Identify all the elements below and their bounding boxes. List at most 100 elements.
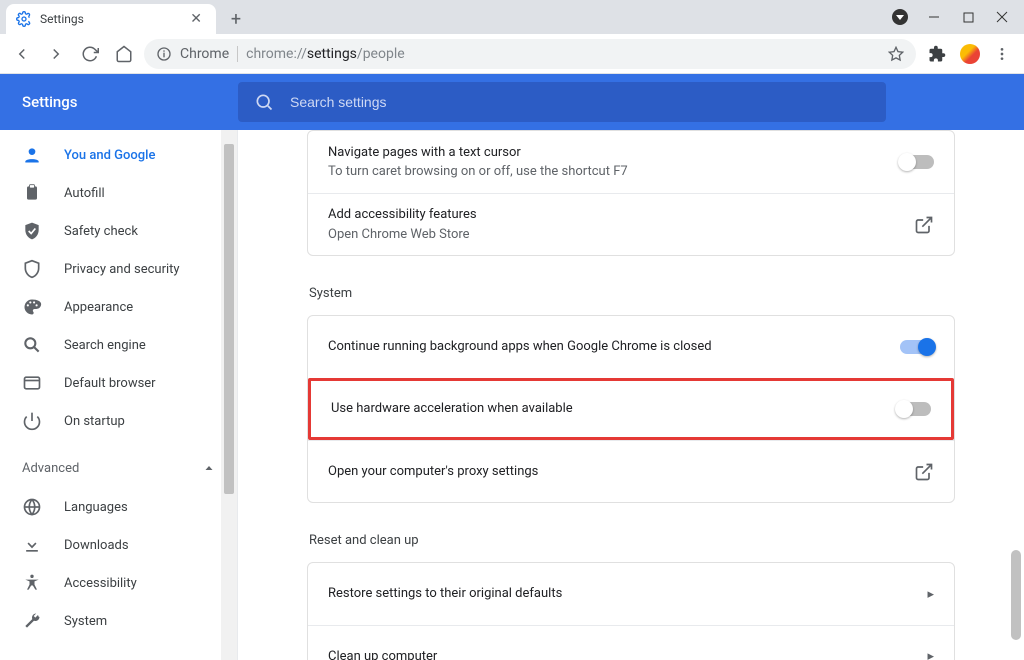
chevron-right-icon: ▸ xyxy=(915,587,934,602)
settings-search[interactable] xyxy=(238,82,886,122)
content-scrollbar[interactable] xyxy=(1008,130,1024,660)
reload-button[interactable] xyxy=(76,40,104,68)
tab-close-icon[interactable]: ✕ xyxy=(186,11,206,27)
chevron-up-icon xyxy=(203,462,215,474)
settings-sidebar: You and Google Autofill Safety check Pri… xyxy=(0,130,238,660)
sidebar-label: System xyxy=(64,614,107,629)
sidebar-label: Accessibility xyxy=(64,576,137,591)
chevron-right-icon: ▸ xyxy=(915,649,934,660)
window-titlebar: Settings ✕ + xyxy=(0,0,1024,34)
shield-check-icon xyxy=(22,221,42,241)
reset-card: Restore settings to their original defau… xyxy=(307,562,955,660)
row-restore-defaults[interactable]: Restore settings to their original defau… xyxy=(308,563,954,625)
sidebar-label: Appearance xyxy=(64,300,133,315)
forward-button[interactable] xyxy=(42,40,70,68)
menu-dots-icon[interactable] xyxy=(994,46,1010,62)
system-card: Continue running background apps when Go… xyxy=(307,315,955,503)
section-system-title: System xyxy=(309,286,955,301)
sidebar-label: Search engine xyxy=(64,338,146,353)
site-label: Chrome xyxy=(180,46,229,62)
advanced-label: Advanced xyxy=(22,461,79,476)
row-title: Use hardware acceleration when available xyxy=(331,399,885,419)
open-external-icon xyxy=(902,462,934,482)
sidebar-label: On startup xyxy=(64,414,125,429)
omnibox-divider xyxy=(237,46,238,62)
row-title: Continue running background apps when Go… xyxy=(328,337,888,357)
row-title: Open your computer's proxy settings xyxy=(328,462,902,482)
settings-search-input[interactable] xyxy=(290,94,870,110)
browser-tab[interactable]: Settings ✕ xyxy=(6,4,216,34)
sidebar-item-downloads[interactable]: Downloads xyxy=(0,526,237,564)
bookmark-star-icon[interactable] xyxy=(888,46,904,62)
section-reset-title: Reset and clean up xyxy=(309,533,955,548)
extensions-icon[interactable] xyxy=(928,45,946,63)
window-controls xyxy=(878,0,1024,34)
toggle-caret-browsing[interactable] xyxy=(900,155,934,169)
sidebar-label: Languages xyxy=(64,500,128,515)
settings-gear-icon xyxy=(16,11,32,27)
accessibility-icon xyxy=(22,573,42,593)
sidebar-item-search-engine[interactable]: Search engine xyxy=(0,326,237,364)
row-subtitle: Open Chrome Web Store xyxy=(328,225,902,245)
window-close-icon[interactable] xyxy=(994,9,1010,25)
sidebar-item-on-startup[interactable]: On startup xyxy=(0,402,237,440)
browser-toolbar: Chrome chrome://settings/people xyxy=(0,34,1024,74)
new-tab-button[interactable]: + xyxy=(222,5,250,33)
sidebar-label: Autofill xyxy=(64,186,105,201)
sidebar-label: Default browser xyxy=(64,376,156,391)
row-title: Navigate pages with a text cursor xyxy=(328,143,888,163)
row-add-accessibility[interactable]: Add accessibility features Open Chrome W… xyxy=(308,193,954,255)
sidebar-item-accessibility[interactable]: Accessibility xyxy=(0,564,237,602)
sidebar-item-default-browser[interactable]: Default browser xyxy=(0,364,237,402)
browser-window-icon xyxy=(22,373,42,393)
shield-icon xyxy=(22,259,42,279)
address-bar[interactable]: Chrome chrome://settings/people xyxy=(144,39,916,69)
clipboard-icon xyxy=(22,183,42,203)
sidebar-item-safety-check[interactable]: Safety check xyxy=(0,212,237,250)
globe-icon xyxy=(22,497,42,517)
row-title: Restore settings to their original defau… xyxy=(328,584,915,604)
sidebar-item-languages[interactable]: Languages xyxy=(0,488,237,526)
row-cleanup-computer[interactable]: Clean up computer ▸ xyxy=(308,625,954,660)
sidebar-item-you-and-google[interactable]: You and Google xyxy=(0,136,237,174)
row-title: Add accessibility features xyxy=(328,205,902,225)
sidebar-item-system[interactable]: System xyxy=(0,602,237,640)
site-info-icon xyxy=(156,46,172,62)
window-maximize-icon[interactable] xyxy=(960,9,976,25)
row-background-apps[interactable]: Continue running background apps when Go… xyxy=(308,316,954,378)
settings-header: Settings xyxy=(0,74,1024,130)
sidebar-label: You and Google xyxy=(64,148,155,163)
sidebar-label: Privacy and security xyxy=(64,262,180,277)
row-subtitle: To turn caret browsing on or off, use th… xyxy=(328,162,888,182)
row-hardware-accel[interactable]: Use hardware acceleration when available xyxy=(308,378,954,440)
sidebar-item-privacy[interactable]: Privacy and security xyxy=(0,250,237,288)
search-icon xyxy=(22,335,42,355)
toggle-background-apps[interactable] xyxy=(900,340,934,354)
sidebar-item-appearance[interactable]: Appearance xyxy=(0,288,237,326)
row-title: Clean up computer xyxy=(328,647,915,660)
settings-content: Navigate pages with a text cursor To tur… xyxy=(238,130,1024,660)
accessibility-card: Navigate pages with a text cursor To tur… xyxy=(307,130,955,256)
power-icon xyxy=(22,411,42,431)
url-text: chrome://settings/people xyxy=(246,46,405,62)
profile-avatar-icon[interactable] xyxy=(960,44,980,64)
sidebar-item-autofill[interactable]: Autofill xyxy=(0,174,237,212)
settings-title: Settings xyxy=(0,93,238,111)
search-icon xyxy=(254,92,274,112)
toggle-hardware-accel[interactable] xyxy=(897,402,931,416)
window-minimize-icon[interactable] xyxy=(926,9,942,25)
row-caret-browsing[interactable]: Navigate pages with a text cursor To tur… xyxy=(308,131,954,193)
sidebar-scrollbar[interactable] xyxy=(221,130,237,660)
palette-icon xyxy=(22,297,42,317)
tab-title: Settings xyxy=(40,12,186,26)
open-external-icon xyxy=(902,215,934,235)
sidebar-label: Safety check xyxy=(64,224,138,239)
browser-account-icon[interactable] xyxy=(892,9,908,25)
sidebar-label: Downloads xyxy=(64,538,129,553)
sidebar-advanced-toggle[interactable]: Advanced xyxy=(0,448,237,488)
home-button[interactable] xyxy=(110,40,138,68)
back-button[interactable] xyxy=(8,40,36,68)
download-icon xyxy=(22,535,42,555)
person-icon xyxy=(22,145,42,165)
row-proxy-settings[interactable]: Open your computer's proxy settings xyxy=(308,440,954,502)
